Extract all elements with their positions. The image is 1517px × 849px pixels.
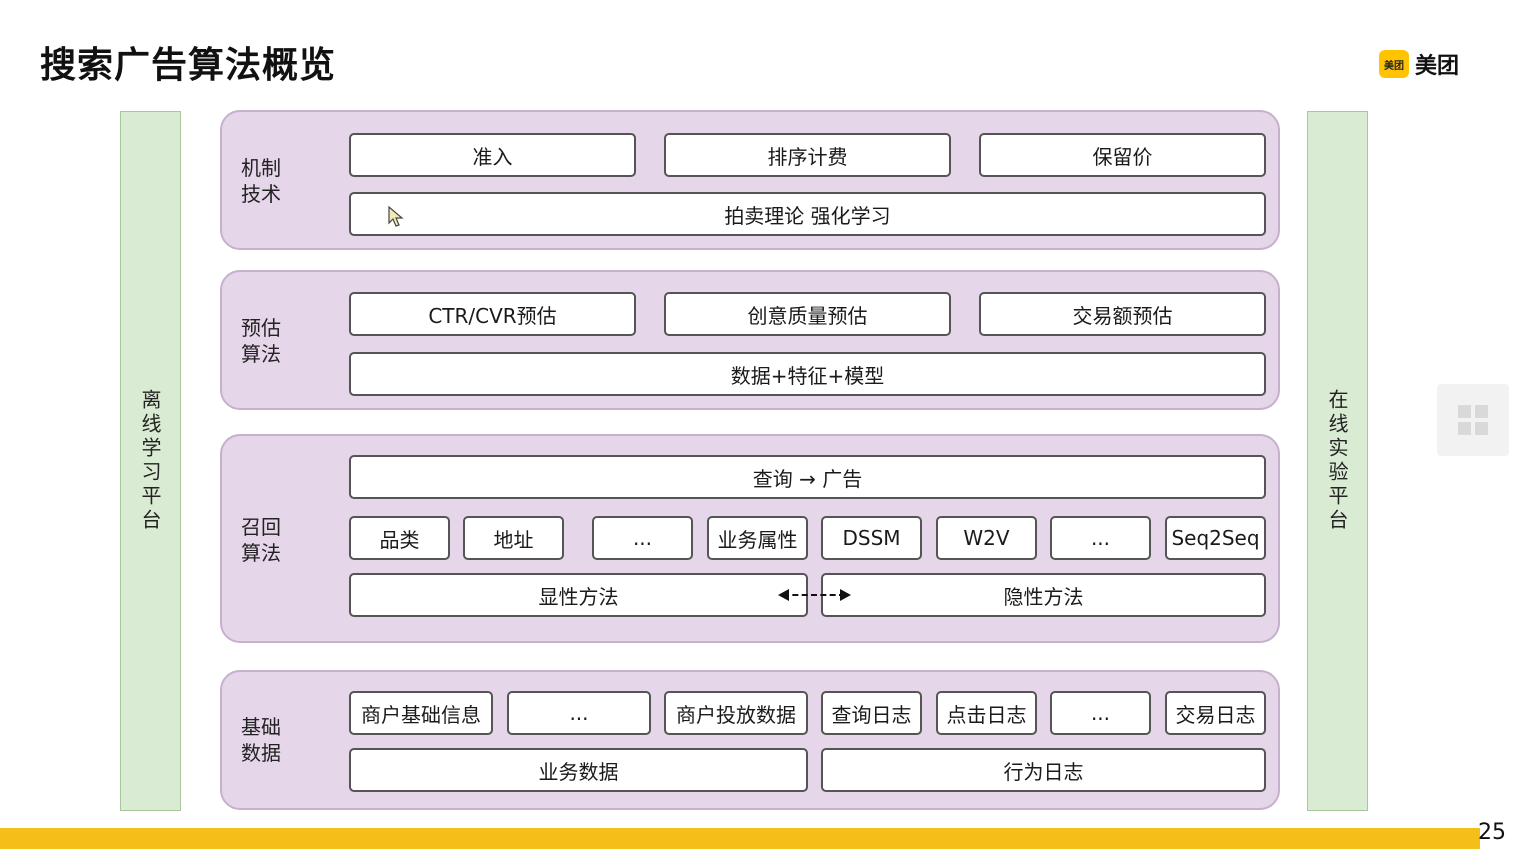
arrow-right-head-icon (840, 589, 851, 601)
offline-learning-platform-label: 离线学习平台 (138, 389, 162, 533)
base-data-behavior: 行为日志 (821, 748, 1266, 792)
online-experiment-platform: 在线实验平台 (1307, 111, 1368, 811)
offline-learning-platform: 离线学习平台 (120, 111, 181, 811)
mechanism-item: 排序计费 (664, 133, 951, 177)
recall-implicit: 隐性方法 (821, 573, 1266, 617)
arrow-left-head-icon (778, 589, 789, 601)
recall-item: ... (592, 516, 693, 560)
recall-item: W2V (936, 516, 1037, 560)
base-data-item: 交易日志 (1165, 691, 1266, 735)
mechanism-item: 准入 (349, 133, 636, 177)
logo-text: 美团 (1415, 54, 1460, 79)
recall-label: 召回算法 (241, 515, 281, 565)
recall-item: 地址 (463, 516, 564, 560)
recall-item: DSSM (821, 516, 922, 560)
base-data-item: 点击日志 (936, 691, 1037, 735)
recall-item: 业务属性 (707, 516, 808, 560)
dashed-double-arrow-icon (783, 594, 845, 596)
prediction-item: 创意质量预估 (664, 292, 951, 336)
prediction-label: 预估算法 (241, 316, 281, 366)
recall-top: 查询 → 广告 (349, 455, 1266, 499)
base-data-item: ... (507, 691, 651, 735)
page-title: 搜索广告算法概览 (40, 45, 337, 86)
meituan-logo: 美团 美团 (1379, 49, 1459, 79)
online-experiment-platform-label: 在线实验平台 (1325, 389, 1349, 533)
base-data-label: 基础数据 (241, 715, 281, 765)
prediction-wide: 数据+特征+模型 (349, 352, 1266, 396)
recall-explicit: 显性方法 (349, 573, 808, 617)
prediction-item: CTR/CVR预估 (349, 292, 636, 336)
footer-bar (0, 828, 1480, 849)
recall-item: 品类 (349, 516, 450, 560)
base-data-business: 业务数据 (349, 748, 808, 792)
mechanism-item: 保留价 (979, 133, 1266, 177)
mechanism-label: 机制技术 (241, 156, 281, 206)
grid-icon[interactable] (1437, 384, 1509, 456)
base-data-item: ... (1050, 691, 1151, 735)
mechanism-wide: 拍卖理论 强化学习 (349, 192, 1266, 236)
recall-item: ... (1050, 516, 1151, 560)
base-data-item: 商户投放数据 (664, 691, 808, 735)
base-data-item: 查询日志 (821, 691, 922, 735)
base-data-item: 商户基础信息 (349, 691, 493, 735)
cursor-icon (388, 205, 404, 232)
recall-item: Seq2Seq (1165, 516, 1266, 560)
page-number: 25 (1478, 820, 1506, 845)
prediction-item: 交易额预估 (979, 292, 1266, 336)
logo-mark-icon: 美团 (1379, 50, 1409, 78)
